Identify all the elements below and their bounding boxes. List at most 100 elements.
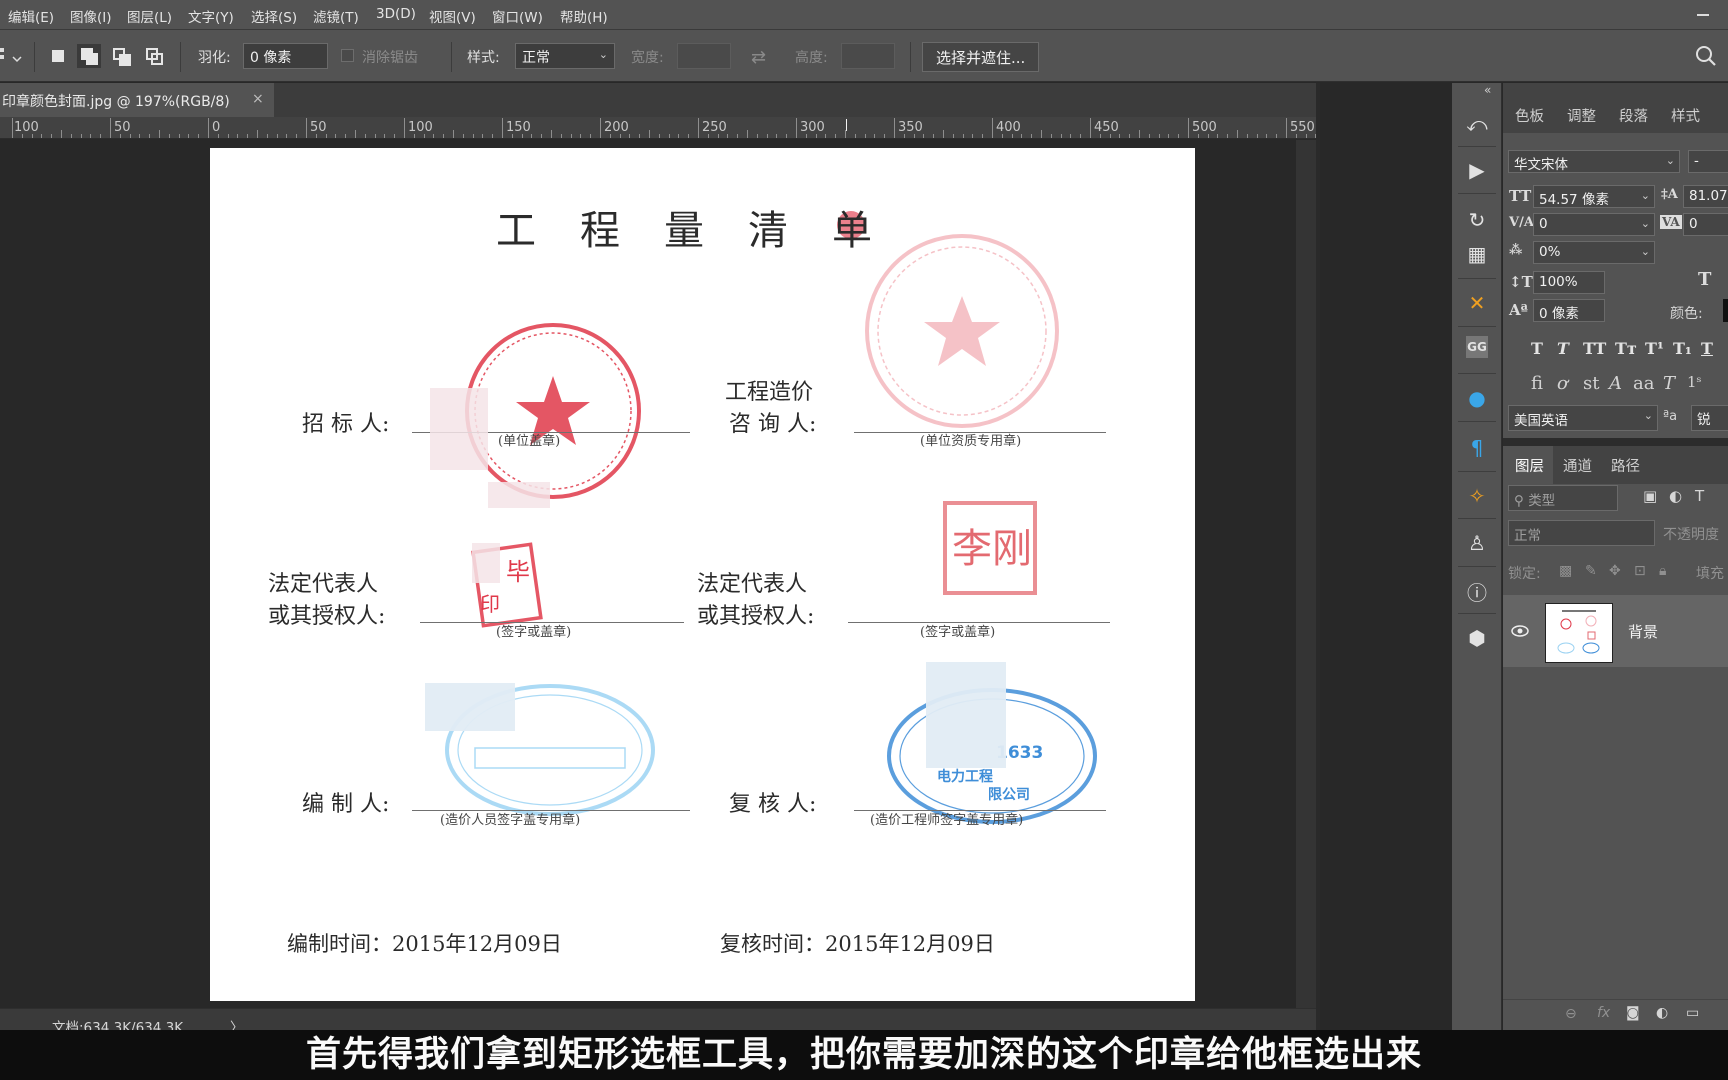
menu-select[interactable]: 选择(S) [251, 6, 297, 26]
selection-new-icon[interactable] [46, 44, 70, 68]
text-color-swatch[interactable] [1723, 299, 1728, 322]
selection-add-icon[interactable] [77, 44, 101, 68]
history-icon[interactable]: ⤺ [1462, 109, 1492, 139]
filter-adjustment-icon[interactable]: ◐ [1669, 487, 1682, 505]
ruler-tick [276, 134, 278, 138]
tracking-input[interactable]: 0 [1683, 213, 1728, 236]
menu-layer[interactable]: 图层(L) [127, 6, 172, 26]
new-adjustment-icon[interactable]: ◐ [1656, 1005, 1668, 1021]
lock-artboard-icon[interactable]: ⊡ [1634, 563, 1646, 579]
baseline-shift-input[interactable]: 0 像素 [1533, 299, 1605, 322]
selection-subtract-icon[interactable] [109, 44, 133, 68]
lock-all-icon[interactable]: 🔒︎ [1659, 563, 1666, 579]
layer-filter-select[interactable]: ⚲ 类型 [1508, 485, 1618, 511]
menu-edit[interactable]: 编辑(E) [8, 6, 54, 26]
close-icon[interactable]: × [252, 91, 264, 107]
tool-preset-icon[interactable] [0, 46, 24, 68]
select-and-mask-button[interactable]: 选择并遮住... [922, 42, 1040, 72]
tab-adjustments[interactable]: 调整 [1567, 105, 1596, 126]
ligature-button[interactable]: ﬁ [1531, 373, 1543, 394]
superscript-button[interactable]: T¹ [1645, 339, 1664, 358]
filter-image-icon[interactable]: ▣ [1643, 487, 1657, 505]
link-layers-icon[interactable]: ⊖ [1565, 1006, 1577, 1022]
titling-button[interactable]: T [1663, 373, 1675, 394]
plugin-owl-icon[interactable]: ● [1462, 383, 1492, 413]
antialias-select[interactable]: 锐 [1691, 405, 1728, 431]
new-group-icon[interactable]: ▭ [1686, 1005, 1699, 1021]
stylistic-alt-button[interactable]: aa [1633, 373, 1654, 394]
rotate-icon[interactable]: ↻ [1462, 205, 1492, 235]
underline-button[interactable]: T [1701, 339, 1713, 358]
libraries-icon[interactable]: ▦ [1462, 239, 1492, 269]
horizontal-ruler[interactable]: 100 50 0 50 100 150 200 250 300 350 400 … [0, 117, 1316, 139]
menu-3d[interactable]: 3D(D) [376, 6, 416, 22]
language-select[interactable]: 美国英语 ⌄ [1508, 405, 1658, 431]
font-style-select[interactable]: - [1688, 150, 1728, 173]
all-caps-button[interactable]: TT [1583, 339, 1606, 358]
plugin-stamp-icon[interactable]: ♙ [1462, 528, 1492, 558]
tab-paragraph[interactable]: 段落 [1619, 105, 1648, 126]
3d-cube-icon[interactable]: ⬢ [1462, 623, 1492, 653]
blend-mode-select[interactable]: 正常 [1508, 520, 1655, 546]
menu-filter[interactable]: 滤镜(T) [313, 6, 359, 26]
lock-transparent-icon[interactable]: ▩ [1559, 563, 1572, 579]
info-icon[interactable]: ⓘ [1462, 576, 1492, 606]
faux-bold-button[interactable]: T [1531, 339, 1543, 358]
menu-image[interactable]: 图像(I) [70, 6, 112, 26]
plugin-wand-icon[interactable]: ✧ [1462, 481, 1492, 511]
swash-button[interactable]: A [1609, 373, 1622, 394]
menu-window[interactable]: 窗口(W) [492, 6, 543, 26]
font-size-input[interactable]: 54.57 像素 ⌄ [1533, 185, 1655, 208]
subscript-button[interactable]: T₁ [1673, 339, 1692, 358]
plugin-paragraph-icon[interactable]: ¶ [1462, 433, 1492, 463]
menu-help[interactable]: 帮助(H) [560, 6, 608, 26]
ordinals-button[interactable]: 1ˢ [1687, 373, 1702, 391]
swap-width-height-icon[interactable]: ⇄ [751, 47, 773, 68]
tab-styles[interactable]: 样式 [1671, 105, 1700, 126]
plugin-gg-icon[interactable]: GG [1466, 336, 1488, 358]
antialias-checkbox[interactable] [341, 49, 354, 62]
font-size-icon: ΤT [1509, 187, 1532, 205]
layer-row[interactable]: 背景 [1503, 595, 1728, 667]
kerning-input[interactable]: 0 ⌄ [1533, 213, 1655, 236]
feather-input[interactable]: 0 像素 [243, 43, 328, 69]
chevron-down-icon: ⌄ [1640, 217, 1650, 230]
small-caps-button[interactable]: Tт [1615, 339, 1637, 358]
lock-move-icon[interactable]: ✥ [1609, 563, 1621, 579]
ruler-tick [805, 134, 807, 138]
font-family-select[interactable]: 华文宋体 ⌄ [1508, 150, 1680, 173]
menu-view[interactable]: 视图(V) [429, 6, 476, 26]
ruler-tick [1237, 130, 1238, 138]
menu-type[interactable]: 文字(Y) [188, 6, 234, 26]
faux-italic-button[interactable]: T [1557, 339, 1569, 358]
tab-swatches[interactable]: 色板 [1515, 105, 1544, 126]
document-tab[interactable]: 印章颜色封面.jpg @ 197%(RGB/8) × [0, 83, 274, 117]
ruler-tick [1139, 130, 1140, 138]
vertical-scale-input[interactable]: 0% ⌄ [1533, 241, 1655, 264]
ruler-tick [110, 118, 111, 138]
horizontal-scale-input[interactable]: 100% [1533, 271, 1605, 294]
collapse-panels-icon[interactable]: « [1484, 83, 1491, 97]
tab-paths[interactable]: 路径 [1611, 455, 1640, 476]
filter-type-icon[interactable]: T [1695, 487, 1704, 505]
document-canvas[interactable]: 工 程 量 清 单 招 标 人: (单位盖章) 工程造价 咨 询 人: (单位资… [210, 148, 1195, 1001]
ruler-tick [727, 134, 729, 138]
minimize-icon[interactable] [1692, 2, 1714, 24]
eye-icon[interactable] [1511, 622, 1529, 640]
selection-intersect-icon[interactable] [142, 44, 166, 68]
actions-play-icon[interactable]: ▶ [1462, 155, 1492, 185]
fx-icon[interactable]: fx [1597, 1005, 1610, 1021]
lock-brush-icon[interactable]: ✎ [1585, 563, 1597, 579]
add-mask-icon[interactable]: ◙ [1626, 1005, 1640, 1021]
tab-channels[interactable]: 通道 [1563, 455, 1592, 476]
contextual-alt-button[interactable]: ơ [1557, 373, 1568, 394]
leading-input[interactable]: 81.07 [1683, 185, 1728, 208]
discretionary-lig-button[interactable]: st [1583, 373, 1599, 394]
width-input[interactable] [677, 43, 731, 69]
tab-layers[interactable]: 图层 [1515, 455, 1544, 476]
plugin-tools-icon[interactable]: ✕ [1462, 288, 1492, 318]
style-select[interactable]: 正常 ⌄ [515, 43, 615, 69]
search-icon[interactable] [1694, 44, 1718, 68]
height-input[interactable] [841, 43, 895, 69]
vertical-scrollbar[interactable] [1296, 140, 1316, 1008]
